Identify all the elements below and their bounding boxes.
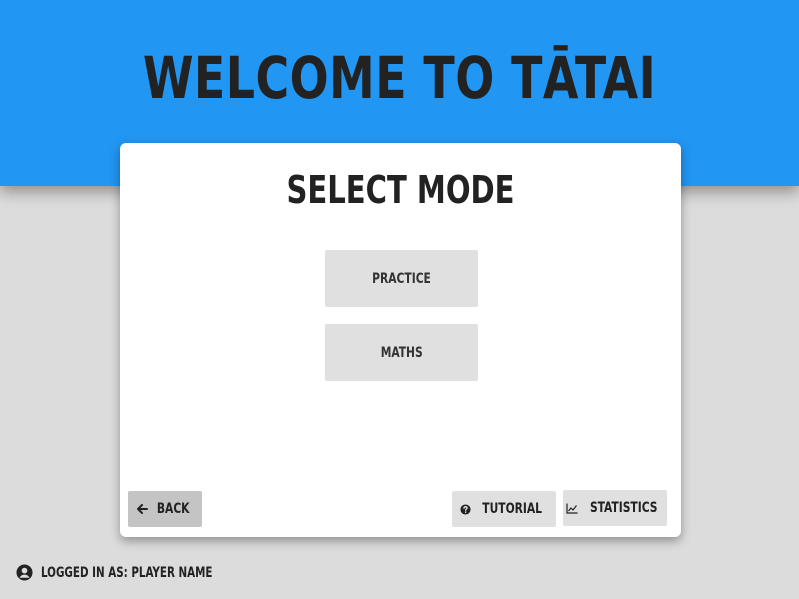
arrow-left-icon [137, 504, 149, 514]
maths-mode-label: MATHS [380, 344, 423, 361]
tutorial-button[interactable]: TUTORIAL [452, 491, 556, 527]
back-label: BACK [157, 501, 190, 517]
app-title: WELCOME TO TĀTAI [142, 44, 657, 112]
login-status: LOGGED IN AS: PLAYER NAME [16, 564, 250, 581]
card-title: SELECT MODE [286, 168, 515, 212]
user-circle-icon [16, 564, 33, 581]
statistics-label: STATISTICS [590, 500, 658, 516]
back-button[interactable]: BACK [128, 491, 202, 527]
line-chart-icon [566, 503, 578, 514]
statistics-button[interactable]: STATISTICS [563, 490, 667, 526]
mode-select-card: SELECT MODE PRACTICE MATHS BACK TUTORIAL [120, 143, 681, 537]
login-status-text: LOGGED IN AS: PLAYER NAME [41, 564, 213, 581]
question-circle-icon [460, 503, 471, 515]
tutorial-label: TUTORIAL [482, 501, 543, 517]
maths-mode-button[interactable]: MATHS [325, 324, 478, 381]
practice-mode-button[interactable]: PRACTICE [325, 250, 478, 307]
practice-mode-label: PRACTICE [372, 270, 431, 287]
